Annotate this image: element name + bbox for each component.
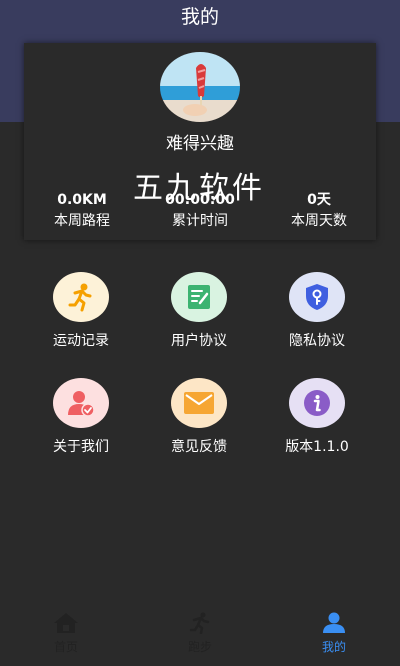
menu-label: 隐私协议 bbox=[289, 333, 345, 349]
menu-label: 关于我们 bbox=[53, 439, 109, 455]
shield-key-icon bbox=[289, 272, 345, 322]
username: 难得兴趣 bbox=[166, 134, 234, 154]
stat-weekly-days: 0天 本周天数 bbox=[264, 191, 374, 231]
stat-total-time: 00:00:00 累计时间 bbox=[145, 191, 255, 231]
menu-item-version[interactable]: 版本1.1.0 bbox=[262, 378, 372, 456]
running-icon bbox=[53, 272, 109, 322]
info-icon bbox=[289, 378, 345, 428]
tab-label: 跑步 bbox=[187, 640, 212, 654]
tab-label: 我的 bbox=[321, 640, 346, 654]
menu-label: 用户协议 bbox=[171, 333, 227, 349]
menu-label: 意见反馈 bbox=[171, 439, 227, 455]
stat-value: 0.0KM bbox=[57, 192, 107, 208]
mail-icon bbox=[171, 378, 227, 428]
bottom-tab-bar: 首页 跑步 我的 bbox=[0, 612, 400, 666]
avatar-image bbox=[160, 52, 240, 122]
tab-label: 首页 bbox=[53, 640, 78, 654]
stat-value: 0天 bbox=[307, 192, 331, 208]
home-icon bbox=[54, 613, 78, 633]
tab-running[interactable]: 跑步 bbox=[160, 612, 240, 654]
stat-value: 00:00:00 bbox=[165, 192, 235, 208]
menu-item-user-agreement[interactable]: 用户协议 bbox=[144, 272, 254, 350]
stat-label: 累计时间 bbox=[172, 213, 228, 229]
menu-item-exercise-records[interactable]: 运动记录 bbox=[26, 272, 136, 350]
tab-mine[interactable]: 我的 bbox=[294, 612, 374, 654]
menu-item-feedback[interactable]: 意见反馈 bbox=[144, 378, 254, 456]
menu-item-privacy-agreement[interactable]: 隐私协议 bbox=[262, 272, 372, 350]
menu-item-about-us[interactable]: 关于我们 bbox=[26, 378, 136, 456]
stat-weekly-distance: 0.0KM 本周路程 bbox=[27, 191, 137, 231]
avatar[interactable] bbox=[160, 52, 240, 122]
user-verified-icon bbox=[53, 378, 109, 428]
stat-label: 本周路程 bbox=[54, 213, 110, 229]
running-icon bbox=[189, 612, 210, 635]
menu-label: 运动记录 bbox=[53, 333, 109, 349]
profile-card: 难得兴趣 五九软件 0.0KM 本周路程 00:00:00 累计时间 0天 本周… bbox=[24, 43, 376, 240]
menu-label: 版本1.1.0 bbox=[285, 439, 349, 455]
tab-home[interactable]: 首页 bbox=[26, 612, 106, 654]
page-title: 我的 bbox=[180, 6, 219, 28]
stat-label: 本周天数 bbox=[291, 213, 347, 229]
document-edit-icon bbox=[171, 272, 227, 322]
user-icon bbox=[323, 612, 345, 633]
